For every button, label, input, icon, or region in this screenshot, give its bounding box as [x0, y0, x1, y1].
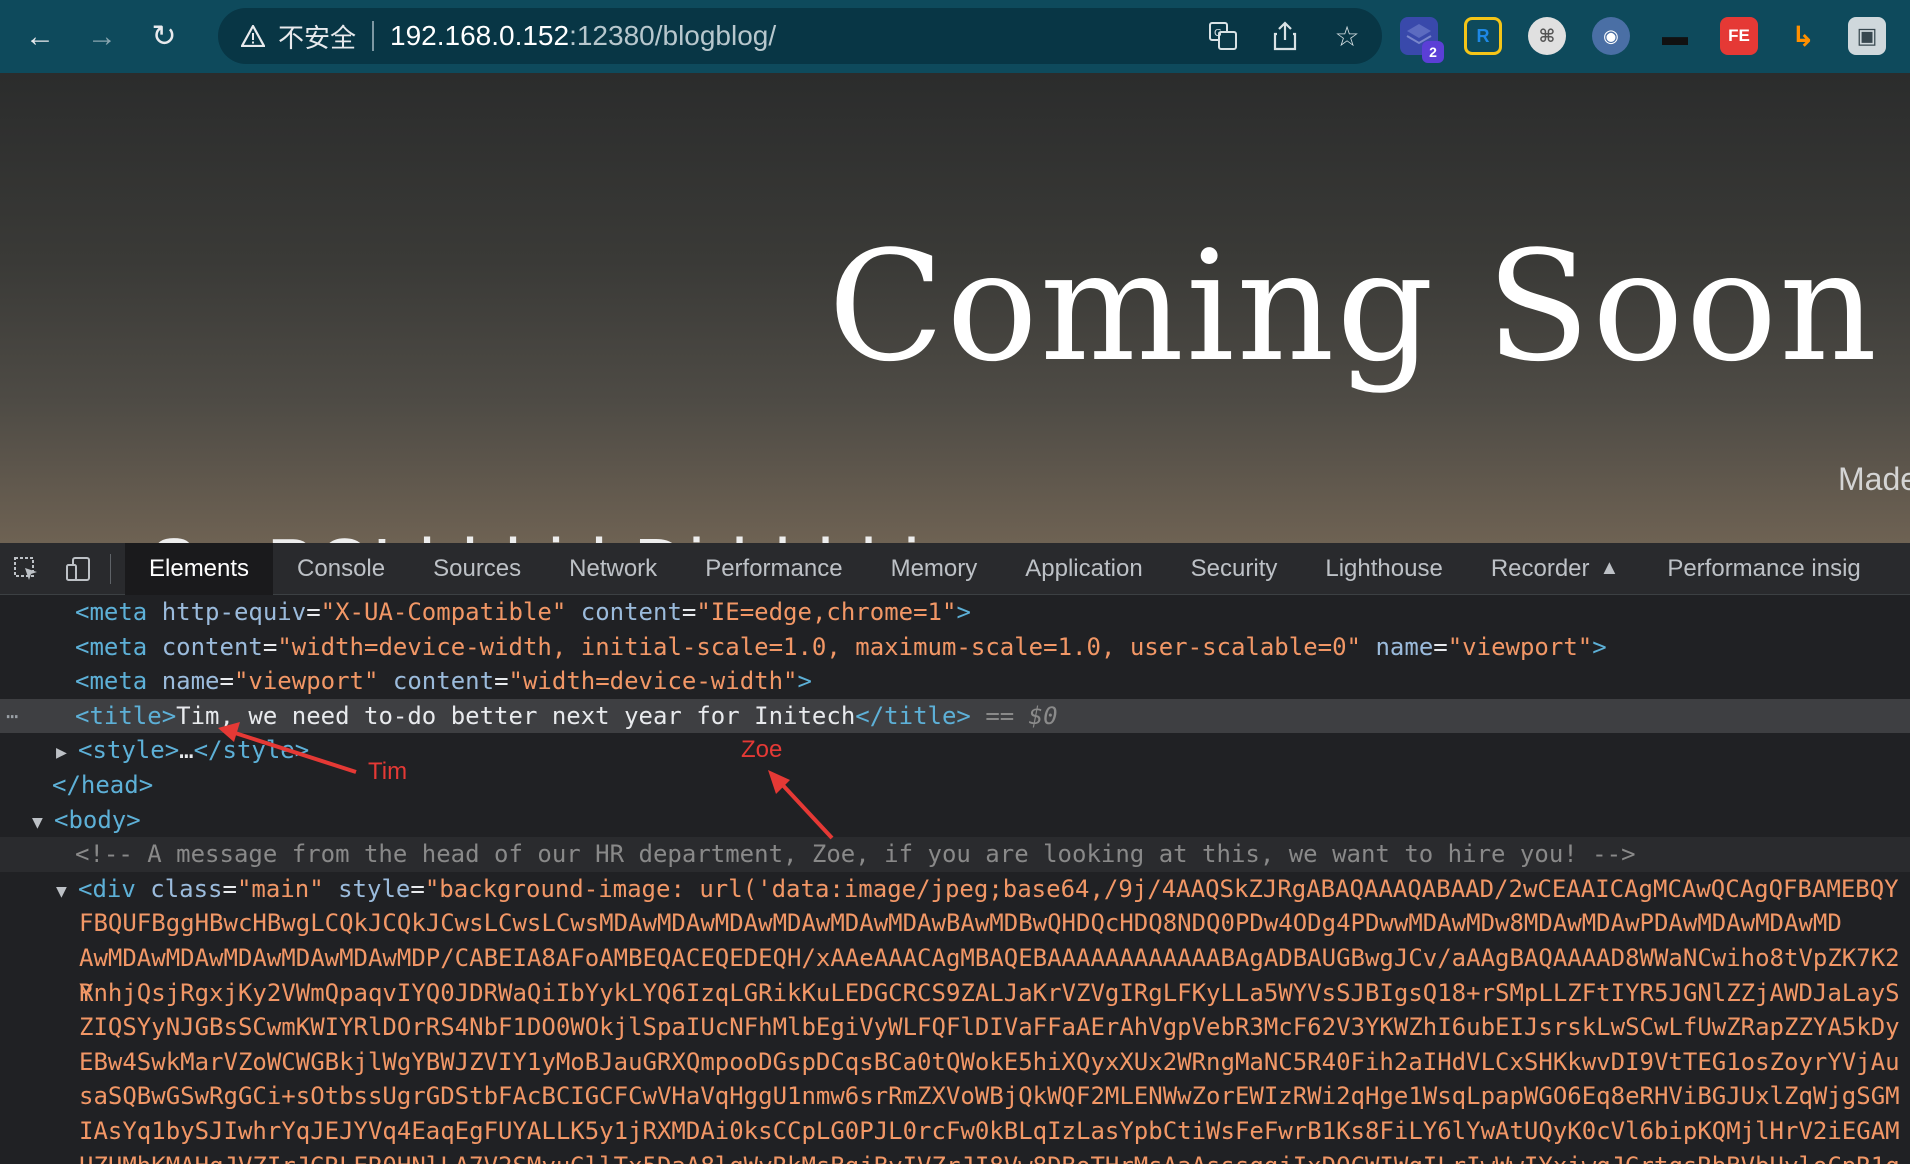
annotation-zoe: Zoe [741, 736, 783, 763]
annotation-arrows [218, 722, 834, 840]
annotation-tim: Tim [368, 758, 408, 785]
